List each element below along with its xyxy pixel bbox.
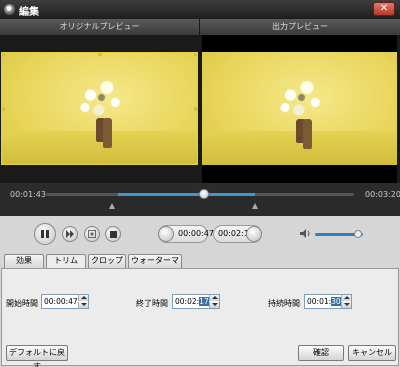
fast-forward-icon [65,230,74,238]
app-icon [4,4,15,15]
crop-handle[interactable] [2,161,5,164]
duration-label: 持続時間 [268,299,300,308]
pause-button[interactable] [34,223,56,245]
fast-forward-button[interactable] [62,226,78,242]
original-preview-header: オリジナルプレビュー [0,19,199,35]
decrement-icon[interactable] [341,302,351,308]
trim-start-marker[interactable] [109,203,116,209]
volume-slider[interactable] [315,230,363,238]
tab-crop[interactable]: クロップ [88,254,126,268]
tab-bar: 効果 トリム クロップ ウォーターマーク [0,254,400,277]
trim-end-marker[interactable] [252,203,259,209]
duration-field[interactable]: 00:01:30 [304,294,352,309]
timeline: 00:01:43 00:03:20 [0,183,400,216]
pause-icon [41,230,49,238]
video-frame [2,53,197,164]
ok-button[interactable]: 確認 [298,345,344,361]
crop-handle[interactable] [194,161,197,164]
trim-panel: 開始時間 00:00:47 終了時間 00:02:17 持続時間 00:01:3… [1,268,399,367]
close-button[interactable]: ✕ [373,2,395,16]
end-time-label: 終了時間 [136,299,168,308]
volume-handle[interactable] [354,230,363,238]
start-time-label: 開始時間 [6,299,38,308]
total-time: 00:03:20 [365,190,400,199]
crop-handle[interactable] [194,107,197,111]
increment-icon[interactable] [209,295,219,301]
crop-handle[interactable] [98,53,102,56]
cancel-button[interactable]: キャンセル [348,345,396,361]
tab-trim[interactable]: トリム [46,254,86,269]
frame-icon [88,230,96,238]
crop-handle[interactable] [2,53,5,56]
title-bar: 編集 ✕ [0,0,400,19]
flower-arrangement [274,74,329,126]
decrement-icon[interactable] [209,302,219,308]
trim-range [118,193,256,196]
end-time-field-value: 00:02:17 [175,297,209,306]
end-time-field[interactable]: 00:02:17 [172,294,220,309]
original-preview-frame[interactable] [1,52,198,165]
crop-handle[interactable] [2,107,5,111]
current-time: 00:01:43 [10,190,46,199]
duration-field-value: 00:01:30 [307,297,341,306]
stop-icon [109,230,117,238]
reset-default-button[interactable]: デフォルトに戻す [6,345,68,367]
video-frame [202,52,397,165]
output-preview-frame [202,52,397,165]
output-preview-header: 出力プレビュー [200,19,400,35]
start-time-control[interactable]: 00:00:47 [158,225,214,243]
stop-button[interactable] [105,226,121,242]
end-time-control[interactable]: 00:02:17 [213,225,262,243]
window-title: 編集 [19,7,39,18]
crop-handle[interactable] [98,161,102,164]
snapshot-button[interactable] [84,226,100,242]
start-time-field[interactable]: 00:00:47 [41,294,89,309]
tab-effects[interactable]: 効果 [4,254,44,268]
playhead-handle[interactable] [199,189,209,199]
volume-icon[interactable] [300,228,312,239]
set-end-icon[interactable] [246,226,262,242]
increment-icon[interactable] [341,295,351,301]
seek-track[interactable] [46,189,354,199]
tab-watermark[interactable]: ウォーターマーク [128,254,182,277]
set-start-icon[interactable] [158,226,174,242]
crop-handle[interactable] [194,53,197,56]
decrement-icon[interactable] [78,302,88,308]
start-time-field-value: 00:00:47 [44,297,78,306]
playback-controls: 00:00:47 00:02:17 [0,216,400,252]
start-time-value: 00:00:47 [178,229,214,238]
increment-icon[interactable] [78,295,88,301]
